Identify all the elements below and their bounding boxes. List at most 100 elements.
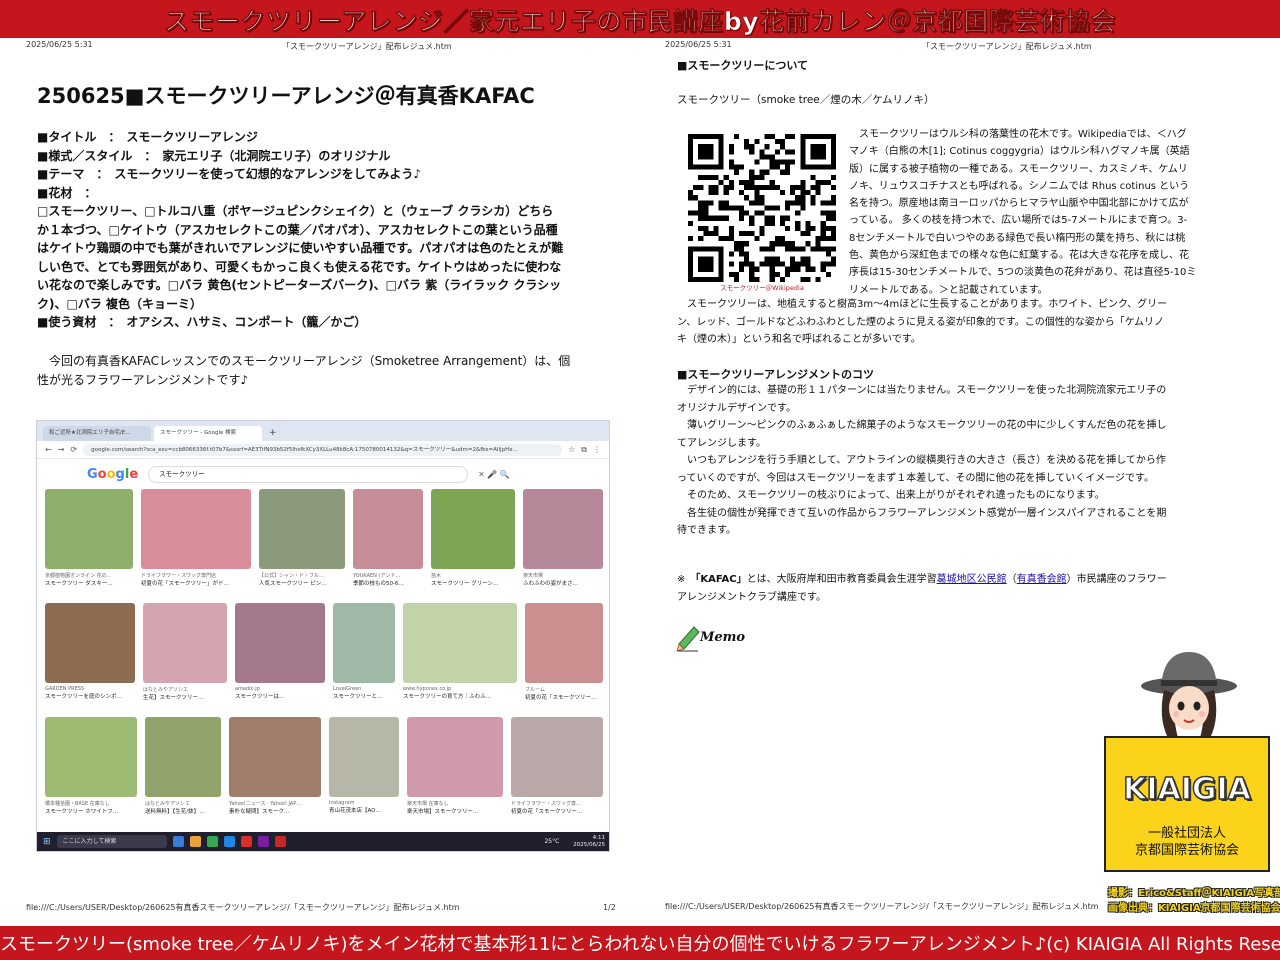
result-image[interactable] xyxy=(45,717,137,797)
growth-line: ン、レッド、ゴールドなどふわふわとした煙のように見える姿が印象的です。この個性的… xyxy=(677,316,1164,328)
result-image[interactable] xyxy=(45,603,135,683)
intro-paragraph: 今回の有真香KAFACレッスンでのスモークツリーアレンジ（Smoketree A… xyxy=(37,352,607,389)
image-source-credit: 画像出典：KIAIGIA京都国際芸術協会 xyxy=(1108,903,1280,914)
result-source: はなとみやアソシエ xyxy=(145,801,191,807)
chrome-icon[interactable] xyxy=(206,836,218,847)
result-image[interactable] xyxy=(143,603,227,683)
result-title[interactable]: 青山花茂本店【AO… xyxy=(329,806,399,814)
link-katsuragi-kominkan[interactable]: 葛城地区公民館 xyxy=(937,574,1007,585)
browser-tab[interactable]: 和ご近所★北洞院エリ子自宅/E… xyxy=(43,426,151,441)
result-title[interactable]: 生花】スモークツリー… xyxy=(143,693,227,701)
image-result[interactable]: はなとみやアソシエ 送料無料】【生花/鉢】… xyxy=(145,717,221,815)
result-title[interactable]: 人気スモークツリー ピン… xyxy=(259,579,345,587)
edge-icon[interactable] xyxy=(223,836,235,847)
extensions-icon[interactable]: ⧉ xyxy=(581,445,587,455)
result-image[interactable] xyxy=(229,717,321,797)
image-result[interactable]: 楽天市場 在庫なし 楽天市場】スモークツリー… xyxy=(407,717,503,815)
link-umaka-kaikan[interactable]: 有真香会館 xyxy=(1017,574,1067,585)
result-image[interactable] xyxy=(329,717,399,797)
qr-code-icon[interactable] xyxy=(688,134,836,282)
result-image[interactable] xyxy=(511,717,603,797)
image-result[interactable]: 京都植物園オンライン 花の… スモークツリー ダスキー… xyxy=(45,489,133,587)
browser-tab-active[interactable]: スモークツリー - Google 検索 xyxy=(154,426,262,441)
windows-start-icon[interactable]: ⊞ xyxy=(43,837,51,847)
result-title[interactable]: 初夏の花「スモークツリー」がド… xyxy=(141,579,251,587)
taskbar-search-input[interactable]: ここに入力して検索 xyxy=(56,835,167,848)
result-source: Yahoo!ニュース · Yahoo! JAP… xyxy=(229,801,302,807)
result-image[interactable] xyxy=(523,489,603,569)
result-title[interactable]: ふわふわの姿がまさ… xyxy=(523,579,603,587)
image-result[interactable]: 楽天市場 ふわふわの姿がまさ… xyxy=(523,489,603,587)
image-result[interactable]: はなとみやアソシエ 生花】スモークツリー… xyxy=(143,603,227,701)
image-result[interactable]: amadoi.jp スモークツリーは… xyxy=(235,603,325,700)
result-title[interactable]: スモークツリー ホワイトフ… xyxy=(45,807,137,815)
image-result[interactable]: GARDEN PRESS スモークツリーを庭のシンボ… xyxy=(45,603,135,700)
search-input[interactable]: スモークツリー xyxy=(148,465,469,483)
tips-line: 待できます。 xyxy=(677,525,736,536)
image-result[interactable]: ブルーム 初夏の花「スモークツリー… xyxy=(525,603,603,701)
result-title[interactable]: スモークツリー グリーン… xyxy=(431,579,515,587)
detail-line: ■花材 ： xyxy=(37,185,97,200)
new-tab-icon[interactable]: + xyxy=(265,426,281,441)
left-print-date: 2025/06/25 5:31 xyxy=(26,40,93,49)
result-title[interactable]: 季節の枝もの50-6… xyxy=(353,579,423,587)
address-bar[interactable]: google.com/search?sca_esv=ccb8066336f.t0… xyxy=(83,443,563,456)
result-image[interactable] xyxy=(333,603,395,683)
image-result[interactable]: ドライフラワー・スワッグ専門店 初夏の花「スモークツリー」がド… xyxy=(141,489,251,587)
image-result[interactable]: YOUKAEN (アンド… 季節の枝もの50-6… xyxy=(353,489,423,587)
folder-icon[interactable] xyxy=(189,836,201,847)
result-title[interactable]: 素朴な疑問】スモーク… xyxy=(229,807,321,815)
image-result[interactable]: Yahoo!ニュース · Yahoo! JAP… 素朴な疑問】スモーク… xyxy=(229,717,321,815)
star-icon[interactable]: ☆ xyxy=(568,445,575,454)
image-result[interactable]: 【公式】シャン・ド・フル… 人気スモークツリー ピン… xyxy=(259,489,345,587)
app-icon[interactable] xyxy=(274,836,286,847)
result-title[interactable]: 楽天市場】スモークツリー… xyxy=(407,807,503,815)
result-title[interactable]: スモークツリーは… xyxy=(235,692,325,700)
weather-temp[interactable]: 25°C xyxy=(544,838,559,845)
app-icon[interactable] xyxy=(240,836,252,847)
result-title[interactable]: 初夏の花「スモークツリー… xyxy=(525,693,603,701)
note-prefix: ※ xyxy=(677,574,696,585)
reload-icon[interactable]: ⟳ xyxy=(70,445,77,454)
result-image[interactable] xyxy=(525,603,603,683)
image-result[interactable]: ドライフラワー・スワッグ専… 初夏の花「スモークツリー… xyxy=(511,717,603,815)
qr-code-block: スモークツリー＠Wikipedia xyxy=(688,134,836,294)
tips-line: 薄いグリーン～ピンクのふぁふぁした綿菓子のようなスモークツリーの花の中に少しくす… xyxy=(677,420,1167,431)
left-footer-path: file:///C:/Users/USER/Desktop/260625有真香ス… xyxy=(26,903,460,912)
result-title[interactable]: 送料無料】【生花/鉢】… xyxy=(145,807,221,815)
forward-icon[interactable]: → xyxy=(58,445,65,454)
taskbar-clock[interactable]: 4:11 2025/06/25 xyxy=(573,835,605,849)
result-image[interactable] xyxy=(259,489,345,569)
result-image[interactable] xyxy=(353,489,423,569)
result-source: YOUKAEN (アンド… xyxy=(353,573,401,579)
search-tools-icons[interactable]: ✕ 🎤 🔍 xyxy=(478,470,510,479)
result-image[interactable] xyxy=(45,489,133,569)
result-image[interactable] xyxy=(407,717,503,797)
result-title[interactable]: スモークツリーの育て方｜ふわふ… xyxy=(403,692,517,700)
wiki-line: スモークツリーはウルシ科の落葉性の花木です。Wikipediaでは、＜ハグ xyxy=(849,129,1187,140)
google-logo[interactable]: Google xyxy=(87,467,138,482)
image-result[interactable]: 苗木 スモークツリー グリーン… xyxy=(431,489,515,587)
image-result[interactable]: Instagram 青山花茂本店【AO… xyxy=(329,717,399,814)
back-icon[interactable]: ← xyxy=(45,445,52,454)
result-source: 橋本種苗園・BASE 在庫なし xyxy=(45,801,110,807)
result-title[interactable]: スモークツリーと… xyxy=(333,692,395,700)
result-image[interactable] xyxy=(141,489,251,569)
menu-icon[interactable]: ⋮ xyxy=(593,445,601,454)
app-icon[interactable] xyxy=(257,836,269,847)
app-icon[interactable] xyxy=(172,836,184,847)
result-image[interactable] xyxy=(235,603,325,683)
result-image[interactable] xyxy=(145,717,221,797)
result-title[interactable]: スモークツリー ダスキー… xyxy=(45,579,133,587)
image-result[interactable]: 橋本種苗園・BASE 在庫なし スモークツリー ホワイトフ… xyxy=(45,717,137,815)
result-image[interactable] xyxy=(403,603,517,683)
image-result[interactable]: www.hyponex.co.jp スモークツリーの育て方｜ふわふ… xyxy=(403,603,517,700)
result-title[interactable]: 初夏の花「スモークツリー… xyxy=(511,807,603,815)
result-source: 楽天市場 在庫なし xyxy=(407,801,449,807)
image-result[interactable]: LovelGreen スモークツリーと… xyxy=(333,603,395,700)
result-source: ドライフラワー・スワッグ専… xyxy=(511,801,582,807)
result-source: 京都植物園オンライン 花の… xyxy=(45,573,112,579)
result-image[interactable] xyxy=(431,489,515,569)
left-page-number: 1/2 xyxy=(603,903,616,912)
result-title[interactable]: スモークツリーを庭のシンボ… xyxy=(45,692,135,700)
